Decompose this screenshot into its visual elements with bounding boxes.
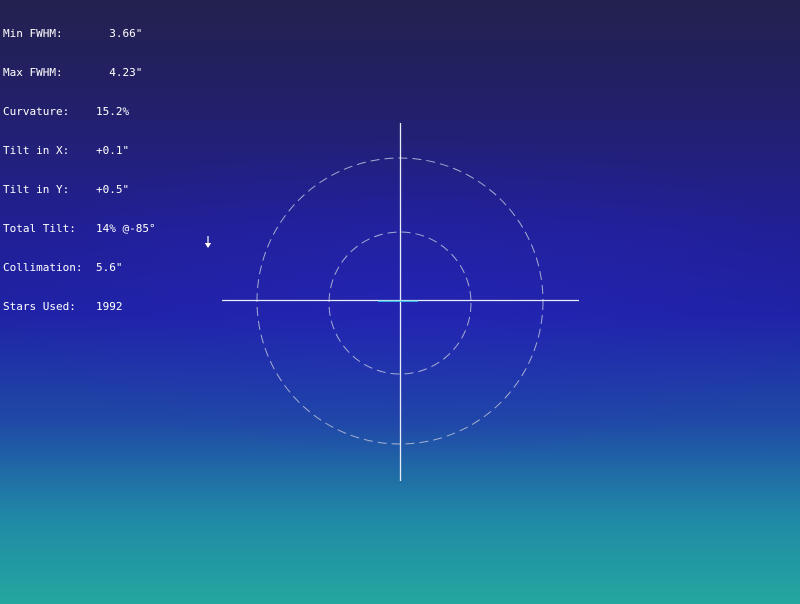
collimation-overlay	[222, 123, 579, 481]
